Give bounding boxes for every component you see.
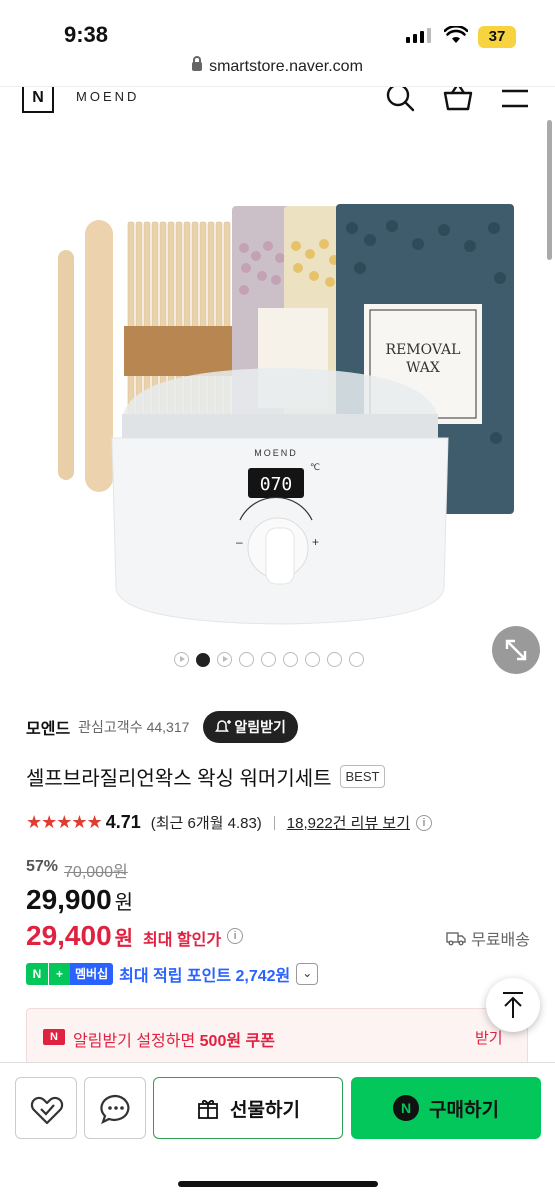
store-info: 모엔드 관심고객수 44,317 알림받기 bbox=[26, 710, 526, 744]
alarm-button[interactable]: 알림받기 bbox=[203, 711, 298, 743]
gallery-dot[interactable] bbox=[349, 652, 364, 667]
brand-logo[interactable]: MOEND bbox=[76, 89, 139, 104]
gallery-dot[interactable] bbox=[283, 652, 298, 667]
heart-check-icon bbox=[30, 1096, 64, 1125]
gallery-dot-video[interactable] bbox=[217, 652, 232, 667]
talk-button[interactable] bbox=[84, 1077, 146, 1139]
wishlist-button[interactable] bbox=[15, 1077, 77, 1139]
expand-icon bbox=[505, 639, 527, 661]
coupon-prefix: 알림받기 설정하면 bbox=[73, 1033, 200, 1050]
store-name[interactable]: 모엔드 bbox=[26, 715, 70, 739]
membership-label: 멤버십 bbox=[70, 963, 114, 985]
naver-logo[interactable]: N bbox=[22, 87, 54, 113]
cart-icon[interactable] bbox=[442, 87, 474, 113]
gift-label: 선물하기 bbox=[230, 1099, 300, 1121]
discount-percent: 57% bbox=[26, 858, 59, 875]
free-shipping: 무료배송 bbox=[446, 926, 530, 950]
pack-label-line1: REMOVAL bbox=[386, 342, 461, 358]
sale-price: 29,900 bbox=[26, 884, 112, 915]
gift-icon bbox=[198, 1099, 218, 1119]
signal-icon bbox=[406, 28, 431, 43]
rating-stars: ★★★★★ bbox=[26, 812, 103, 832]
menu-icon[interactable] bbox=[500, 87, 530, 111]
wifi-icon bbox=[444, 26, 468, 43]
divider bbox=[273, 815, 275, 830]
rating-value: 4.71 bbox=[105, 812, 141, 832]
battery-icon: 37 bbox=[478, 26, 516, 48]
truck-icon bbox=[446, 932, 466, 946]
naver-plus-badge: N + 멤버십 bbox=[26, 963, 114, 985]
arrow-up-icon bbox=[503, 992, 523, 1018]
sale-price-unit: 원 bbox=[114, 892, 134, 914]
gallery-dot[interactable] bbox=[261, 652, 276, 667]
product-title: 셀프브라질리언왁스 왁싱 워머기세트 bbox=[26, 768, 332, 790]
coupon-text: 알림받기 설정하면 500원 쿠폰 bbox=[73, 1027, 275, 1051]
expand-image-button[interactable] bbox=[492, 626, 540, 674]
info-icon[interactable]: i bbox=[416, 814, 433, 831]
gift-button[interactable]: 선물하기 bbox=[153, 1077, 343, 1139]
gallery-dot-video[interactable] bbox=[174, 652, 189, 667]
naver-n: N bbox=[26, 963, 48, 985]
gallery-dot-active[interactable] bbox=[196, 652, 210, 667]
gallery-dot[interactable] bbox=[327, 652, 342, 667]
best-price-label: 최대 할인가 bbox=[143, 932, 222, 949]
followers-label: 관심고객수 bbox=[78, 719, 143, 735]
temp-unit: ℃ bbox=[310, 462, 320, 472]
page-scrollbar[interactable] bbox=[547, 120, 552, 260]
info-icon[interactable]: i bbox=[227, 928, 244, 944]
best-price: 29,400 bbox=[26, 920, 112, 951]
svg-text:–: – bbox=[236, 535, 243, 549]
search-icon[interactable] bbox=[386, 87, 416, 113]
recent-rating: (최근 6개월 4.83) bbox=[150, 815, 262, 832]
lock-icon bbox=[192, 56, 203, 71]
rating-row: ★★★★★ 4.71 (최근 6개월 4.83) 18,922건 리뷰 보기 i bbox=[26, 812, 433, 833]
gallery-pagination bbox=[174, 652, 364, 667]
followers-count: 44,317 bbox=[146, 719, 190, 735]
alarm-label: 알림받기 bbox=[234, 719, 286, 735]
buy-button[interactable]: N 구매하기 bbox=[351, 1077, 541, 1139]
product-photo: REMOVAL WAX MOEND 070 ℃ – + bbox=[58, 204, 514, 625]
purchase-bar: 선물하기 N 구매하기 bbox=[0, 1062, 555, 1200]
status-bar: 9:38 37 bbox=[0, 0, 555, 56]
best-price-unit: 원 bbox=[114, 928, 134, 950]
pack-label-line2: WAX bbox=[406, 360, 440, 376]
url-text: smartstore.naver.com bbox=[209, 58, 363, 75]
max-points: 최대 적립 포인트 2,742원 bbox=[119, 968, 291, 985]
review-link[interactable]: 18,922건 리뷰 보기 bbox=[287, 812, 410, 833]
original-price: 70,000원 bbox=[64, 864, 128, 881]
bell-plus-icon bbox=[215, 720, 232, 732]
naver-n-badge: N bbox=[43, 1029, 65, 1045]
gallery-dot[interactable] bbox=[239, 652, 254, 667]
store-header: N MOEND bbox=[0, 86, 555, 116]
home-indicator bbox=[178, 1181, 378, 1187]
display-readout: 070 bbox=[260, 474, 293, 495]
discount-row: 57% 70,000원 bbox=[26, 858, 128, 882]
free-shipping-label: 무료배송 bbox=[471, 932, 530, 949]
coupon-banner[interactable]: N 알림받기 설정하면 500원 쿠폰 받기 bbox=[26, 1008, 528, 1068]
buy-label: 구매하기 bbox=[429, 1099, 499, 1121]
product-title-row: 셀프브라질리언왁스 왁싱 워머기세트 BEST bbox=[26, 762, 386, 791]
best-badge: BEST bbox=[339, 765, 386, 788]
chat-icon bbox=[100, 1094, 130, 1125]
warmer-brand: MOEND bbox=[254, 448, 298, 458]
coupon-amount: 500원 쿠폰 bbox=[199, 1033, 275, 1050]
sale-price-row: 29,900 원 bbox=[26, 884, 133, 916]
plus-mark: + bbox=[48, 963, 70, 985]
points-row[interactable]: N + 멤버십 최대 적립 포인트 2,742원 ⌄ bbox=[26, 962, 319, 986]
status-time: 9:38 bbox=[64, 22, 109, 47]
naver-pay-icon: N bbox=[393, 1095, 420, 1121]
svg-text:+: + bbox=[312, 535, 319, 549]
product-image[interactable]: REMOVAL WAX MOEND 070 ℃ – + bbox=[0, 118, 555, 690]
gallery-dot[interactable] bbox=[305, 652, 320, 667]
address-bar[interactable]: smartstore.naver.com bbox=[0, 56, 555, 86]
chevron-down-icon[interactable]: ⌄ bbox=[296, 963, 319, 985]
best-price-row: 29,400 원 최대 할인가 i 무료배송 bbox=[26, 920, 530, 952]
scroll-top-button[interactable] bbox=[486, 978, 540, 1032]
